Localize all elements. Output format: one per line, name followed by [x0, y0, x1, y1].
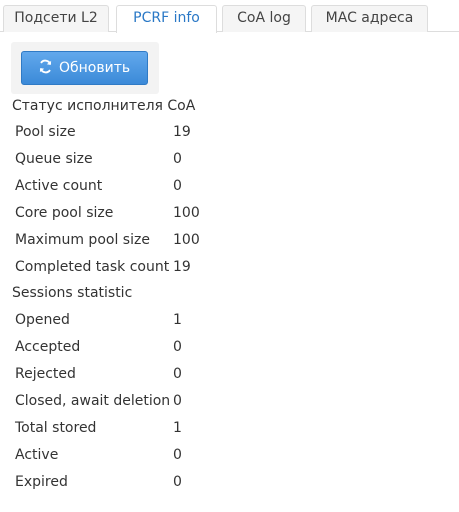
stat-value: 1	[173, 420, 182, 436]
refresh-icon	[39, 59, 52, 74]
stat-value: 0	[173, 366, 182, 382]
stat-value: 0	[173, 178, 182, 194]
tab-mac-addresses[interactable]: MAC адреса	[311, 5, 428, 32]
stat-value: 100	[173, 232, 200, 248]
tab-l2-subnets[interactable]: Подсети L2	[3, 5, 109, 32]
stat-label: Accepted	[15, 339, 81, 355]
stat-label: Active	[15, 447, 59, 463]
stat-value: 0	[173, 447, 182, 463]
stat-value: 0	[173, 393, 182, 409]
tab-bar: Подсети L2 PCRF info CoA log MAC адреса	[0, 0, 459, 33]
stat-label: Total stored	[15, 420, 97, 436]
stat-label: Active count	[15, 178, 103, 194]
tab-coa-log[interactable]: CoA log	[222, 5, 306, 32]
stat-label: Rejected	[15, 366, 76, 382]
stat-label: Core pool size	[15, 205, 114, 221]
stat-value: 1	[173, 312, 182, 328]
toolbar: Обновить	[11, 42, 159, 94]
stat-label: Queue size	[15, 151, 93, 167]
stat-value: 19	[173, 124, 191, 140]
stat-value: 0	[173, 474, 182, 490]
stat-label: Closed, await deletion	[15, 393, 171, 409]
stat-value: 100	[173, 205, 200, 221]
stat-value: 0	[173, 339, 182, 355]
stat-label: Expired	[15, 474, 68, 490]
stat-label: Maximum pool size	[15, 232, 150, 248]
refresh-button[interactable]: Обновить	[21, 51, 148, 85]
refresh-label: Обновить	[59, 60, 131, 76]
stat-label: Completed task count	[15, 259, 170, 275]
stat-label: Pool size	[15, 124, 76, 140]
stat-label: Opened	[15, 312, 70, 328]
stat-value: 0	[173, 151, 182, 167]
tab-pcrf-info[interactable]: PCRF info	[116, 5, 217, 33]
coa-executor-title: Статус исполнителя CoA	[12, 98, 196, 114]
stat-value: 19	[173, 259, 191, 275]
sessions-statistic-title: Sessions statistic	[12, 285, 133, 301]
